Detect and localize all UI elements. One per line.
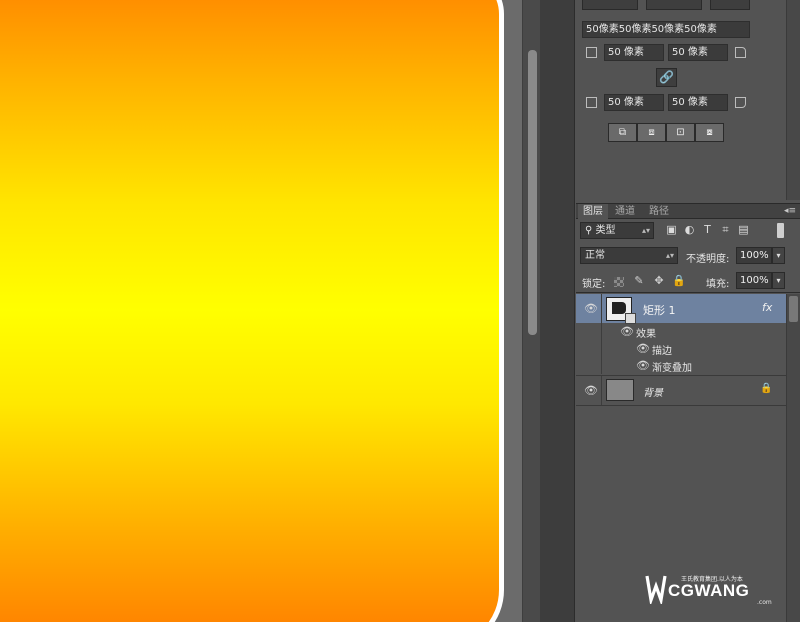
layer-name[interactable]: 背景 [643, 384, 663, 399]
effect-row-stroke[interactable]: 👁 描边 [576, 340, 786, 357]
cgwang-watermark: 王氏教育集团.以人为本 CGWANG .com [645, 570, 775, 610]
layer-filter-kind-dropdown[interactable]: ⚲ 类型 ▴▾ [580, 222, 654, 239]
path-op-exclude-button[interactable]: ⧇ [695, 123, 724, 142]
lock-image-pixels-brush-icon[interactable]: ✎ [632, 274, 646, 288]
path-op-intersect-button[interactable]: ⊡ [666, 123, 695, 142]
filter-shape-icon[interactable]: ⌗ [718, 222, 733, 238]
effect-gradient-overlay-label: 渐变叠加 [652, 363, 692, 374]
path-op-subtract-button[interactable]: ⧈ [637, 123, 666, 142]
path-intersect-icon: ⊡ [676, 127, 685, 138]
effects-label: 效果 [636, 329, 656, 340]
watermark-brand: CGWANG [668, 581, 750, 600]
canvas-vertical-scrollbar[interactable] [522, 0, 540, 622]
corner-radius-top-right-input[interactable]: 50 像素 [668, 44, 728, 61]
watermark-domain: .com [757, 599, 772, 606]
filter-pixel-icon[interactable]: ▣ [664, 222, 679, 238]
shape-arrange-dropdown[interactable] [710, 0, 750, 10]
path-exclude-icon: ⧇ [706, 127, 713, 138]
shape-size-field[interactable]: 50像素50像素50像素50像素 [582, 21, 750, 38]
layer-visibility-column [576, 357, 602, 374]
corner-radius-bottom-left-input[interactable]: 50 像素 [604, 94, 664, 111]
eye-icon[interactable]: 👁 [636, 359, 650, 373]
blend-mode-dropdown[interactable]: 正常 ▴▾ [580, 247, 678, 264]
filter-type-icon[interactable]: T [700, 222, 715, 238]
panel-dock-strip [540, 0, 575, 622]
layer-thumbnail-shape[interactable] [606, 297, 636, 324]
corner-top-right-icon [735, 47, 746, 58]
right-panel: 50像素50像素50像素50像素 50 像素 50 像素 🔗 50 像素 50 … [576, 0, 800, 622]
path-combine-icon: ⧉ [618, 127, 627, 138]
layers-tab-bar: 图层 通道 路径 ◂≡ [576, 203, 800, 219]
fill-dropdown-arrow[interactable]: ▾ [772, 272, 785, 289]
tab-paths[interactable]: 路径 [644, 204, 674, 219]
corner-bottom-right-icon [735, 97, 746, 108]
layer-visibility-column [576, 340, 602, 357]
layer-effects-row[interactable]: 👁 效果 [576, 323, 786, 340]
fill-label: 填充: [706, 279, 730, 290]
corner-radius-bottom-right-input[interactable]: 50 像素 [668, 94, 728, 111]
corner-top-left-icon [586, 47, 597, 58]
lock-all-icon[interactable]: 🔒 [672, 274, 686, 288]
opacity-dropdown-arrow[interactable]: ▾ [772, 247, 785, 264]
filter-toggle-switch[interactable] [777, 223, 784, 238]
link-icon: 🔗 [659, 70, 674, 84]
path-op-combine-button[interactable]: ⧉ [608, 123, 637, 142]
chevron-updown-icon: ▴▾ [641, 226, 650, 235]
shape-distribute-dropdown[interactable] [646, 0, 702, 10]
layers-list-scrollbar[interactable] [786, 294, 800, 622]
gradient-rounded-rectangle [0, 0, 504, 622]
corner-radius-top-left-input[interactable]: 50 像素 [604, 44, 664, 61]
divider [576, 405, 786, 406]
eye-icon[interactable]: 👁 [620, 325, 634, 339]
fill-input[interactable]: 100% [736, 272, 772, 289]
divider [576, 292, 800, 293]
eye-icon[interactable]: 👁 [584, 384, 598, 398]
tab-channels[interactable]: 通道 [610, 204, 640, 219]
layer-row-rectangle-1[interactable]: 👁 矩形 1 fx [576, 294, 786, 324]
layer-name[interactable]: 矩形 1 [643, 302, 676, 318]
fx-icon[interactable]: fx [762, 301, 772, 314]
shape-align-dropdown[interactable] [582, 0, 638, 10]
panel-menu-icon[interactable]: ◂≡ [784, 204, 796, 218]
chevron-updown-icon: ▴▾ [665, 251, 674, 260]
lock-transparent-pixels-icon[interactable] [614, 277, 624, 287]
search-icon: ⚲ [585, 225, 596, 236]
layers-scrollbar-thumb[interactable] [789, 296, 798, 322]
effect-row-gradient-overlay[interactable]: 👁 渐变叠加 [576, 357, 786, 374]
lock-icon: 🔒 [760, 383, 773, 394]
opacity-input[interactable]: 100% [736, 247, 772, 264]
eye-icon[interactable]: 👁 [584, 302, 598, 316]
filter-adjustment-icon[interactable]: ◐ [682, 222, 697, 238]
layer-row-background[interactable]: 👁 背景 🔒 [576, 376, 786, 405]
opacity-label: 不透明度: [686, 254, 730, 265]
layer-visibility-column [576, 323, 602, 340]
filter-smart-object-icon[interactable]: ▤ [736, 222, 751, 238]
shape-thumbnail-glyph [612, 302, 626, 314]
effect-stroke-label: 描边 [652, 346, 672, 357]
canvas-scrollbar-thumb[interactable] [528, 50, 537, 335]
lock-position-move-icon[interactable]: ✥ [652, 274, 666, 288]
layer-thumbnail-background[interactable] [606, 379, 634, 401]
corner-bottom-left-icon [586, 97, 597, 108]
properties-scrollbar[interactable] [786, 0, 800, 200]
link-corners-button[interactable]: 🔗 [656, 68, 677, 87]
cgwang-logo-icon [645, 575, 667, 604]
document-canvas[interactable] [0, 0, 522, 622]
eye-icon[interactable]: 👁 [636, 342, 650, 356]
path-subtract-icon: ⧈ [648, 127, 655, 138]
tab-layers[interactable]: 图层 [578, 204, 608, 219]
lock-label: 锁定: [582, 279, 606, 290]
